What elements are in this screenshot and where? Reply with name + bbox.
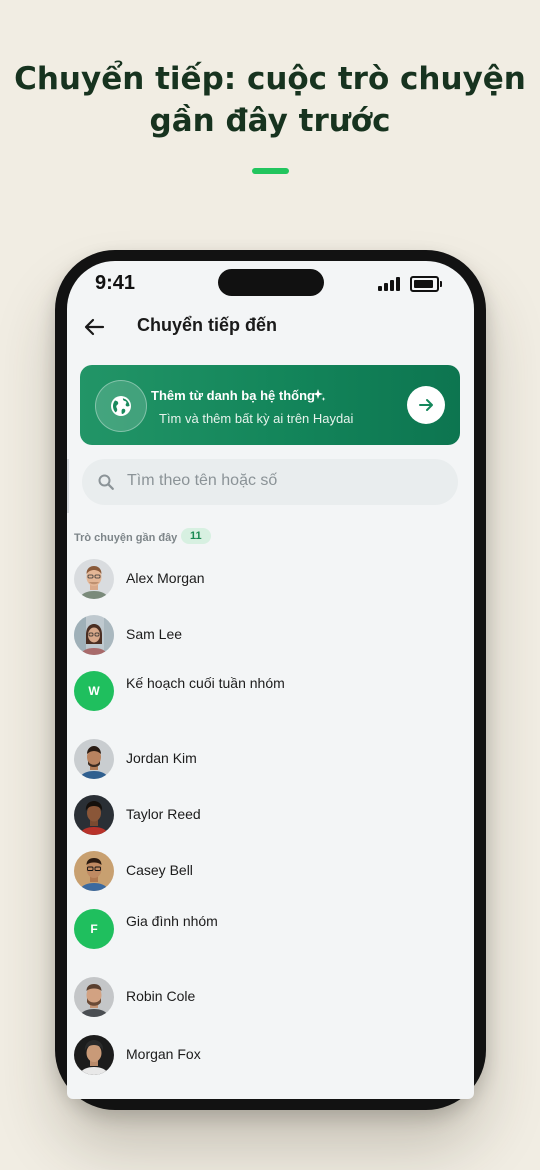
avatar bbox=[74, 615, 114, 655]
contact-name: Alex Morgan bbox=[126, 570, 205, 586]
contact-name: Jordan Kim bbox=[126, 750, 197, 766]
group-name: Gia đình nhóm bbox=[126, 913, 218, 929]
contact-name: Sam Lee bbox=[126, 626, 183, 642]
headline-line-1: Chuyển tiếp: cuộc trò chuyện bbox=[14, 61, 526, 97]
group-name: Kế hoạch cuối tuần nhóm bbox=[126, 675, 285, 691]
recent-chats-label: Trò chuyện gần đây bbox=[74, 532, 178, 544]
recent-chats-count-badge: 11 bbox=[181, 528, 211, 544]
phone-frame: 9:41 Chuyển tiếp đến Thêm từ danh bạ hệ … bbox=[55, 250, 486, 1110]
chat-row[interactable]: W Kế hoạch cuối tuần nhóm bbox=[74, 671, 469, 711]
page-headline: Chuyển tiếp: cuộc trò chuyện gần đây trư… bbox=[0, 58, 540, 142]
banner-subtitle: Tìm và thêm bất kỳ ai trên Haydai bbox=[159, 411, 354, 426]
avatar bbox=[74, 851, 114, 891]
arrow-right-icon[interactable] bbox=[407, 386, 445, 424]
battery-icon bbox=[410, 276, 442, 292]
search-icon bbox=[97, 473, 115, 496]
search-input[interactable]: Tìm theo tên hoặc số bbox=[82, 459, 458, 505]
contact-name: Casey Bell bbox=[126, 862, 193, 878]
globe-icon bbox=[95, 380, 147, 432]
chat-row[interactable]: Taylor Reed bbox=[74, 795, 469, 835]
avatar bbox=[74, 1035, 114, 1075]
group-avatar: W bbox=[74, 671, 114, 711]
avatar bbox=[74, 977, 114, 1017]
chat-row[interactable]: Jordan Kim bbox=[74, 739, 469, 779]
phone-screen: 9:41 Chuyển tiếp đến Thêm từ danh bạ hệ … bbox=[67, 261, 474, 1099]
chat-row[interactable]: Morgan Fox bbox=[74, 1035, 469, 1075]
back-arrow-icon[interactable] bbox=[81, 313, 109, 341]
chat-row[interactable]: F Gia đình nhóm bbox=[74, 909, 469, 949]
contact-name: Robin Cole bbox=[126, 988, 196, 1004]
banner-title: Thêm từ danh bạ hệ thống bbox=[151, 388, 315, 403]
scroll-guide bbox=[67, 459, 69, 513]
signal-icon bbox=[378, 277, 400, 291]
page-title: Chuyển tiếp đến bbox=[137, 315, 278, 335]
status-time: 9:41 bbox=[95, 272, 136, 294]
search-placeholder: Tìm theo tên hoặc số bbox=[127, 472, 278, 489]
group-avatar: F bbox=[74, 909, 114, 949]
contact-name: Morgan Fox bbox=[126, 1046, 201, 1062]
chat-row[interactable]: Alex Morgan bbox=[74, 559, 469, 599]
dynamic-island bbox=[218, 269, 324, 296]
avatar bbox=[74, 559, 114, 599]
chat-row[interactable]: Robin Cole bbox=[74, 977, 469, 1017]
avatar bbox=[74, 795, 114, 835]
contact-name: Taylor Reed bbox=[126, 806, 201, 822]
headline-line-2: gần đây trước bbox=[149, 103, 391, 139]
chat-row[interactable]: Casey Bell bbox=[74, 851, 469, 891]
headline-accent-bar bbox=[252, 168, 289, 174]
avatar bbox=[74, 739, 114, 779]
add-from-contacts-banner[interactable]: Thêm từ danh bạ hệ thống Tìm và thêm bất… bbox=[80, 365, 460, 445]
chat-row[interactable]: Sam Lee bbox=[74, 615, 469, 655]
sparkle-icon bbox=[312, 388, 326, 407]
